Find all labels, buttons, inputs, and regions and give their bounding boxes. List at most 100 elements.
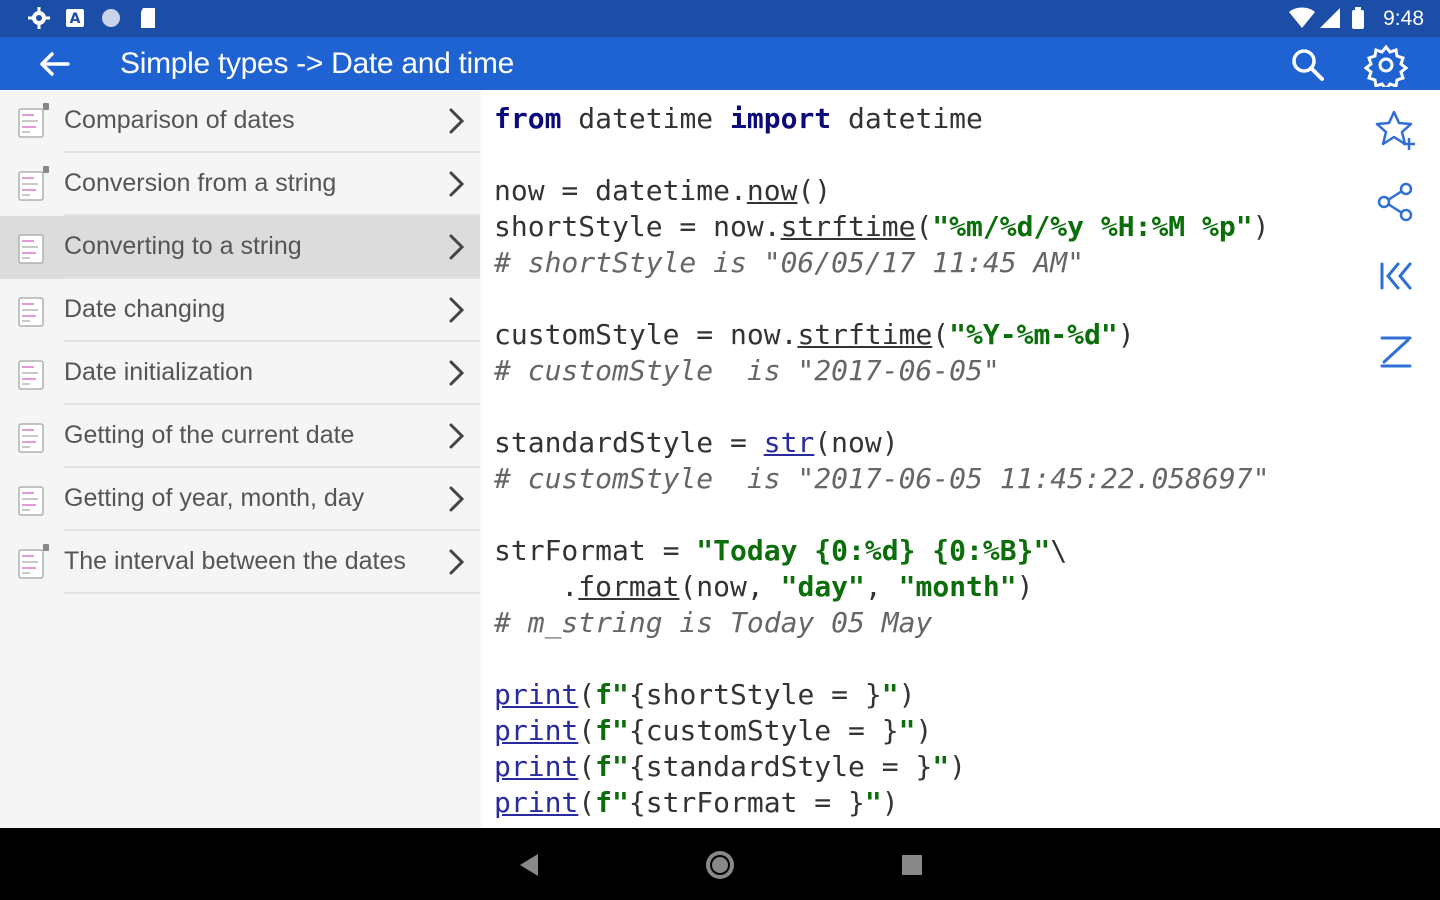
list-item-label: Comparison of dates	[64, 106, 295, 134]
code-token: print	[494, 750, 579, 783]
code-line: customStyle = now.strftime("%Y-%m-%d")	[494, 317, 1135, 353]
chevron-right-icon	[449, 171, 465, 197]
chevron-right-icon	[449, 486, 465, 512]
list-item[interactable]: Date changing	[0, 279, 480, 342]
chevron-right-icon	[449, 297, 465, 323]
locked-document-icon	[18, 166, 49, 201]
code-token: "Today {0:%d} {0:%B}"	[696, 534, 1051, 567]
code-token: # customStyle is "2017-06-05"	[494, 354, 1000, 387]
code-token: )	[898, 678, 916, 711]
document-icon	[18, 234, 44, 264]
code-line: print(f"{standardStyle = }")	[494, 749, 966, 785]
locked-document-icon	[18, 544, 49, 579]
chevron-right-icon	[449, 234, 465, 260]
gear-icon[interactable]	[1364, 43, 1408, 87]
chevron-right-icon	[449, 360, 465, 386]
list-item-label: Date changing	[64, 295, 226, 323]
divider	[64, 592, 480, 594]
code-token: # m_string is Today 05 May	[494, 606, 933, 639]
code-token: f"	[595, 678, 629, 711]
status-bar: A 9:48	[0, 0, 1440, 37]
page-title: Simple types -> Date and time	[120, 47, 514, 80]
code-token: .	[494, 570, 579, 603]
settings-icon	[28, 7, 50, 29]
code-token: "	[932, 750, 950, 783]
code-token: ()	[797, 174, 832, 207]
code-token: f"	[595, 786, 629, 819]
back-arrow-icon[interactable]	[34, 47, 74, 81]
wifi-icon	[1289, 7, 1315, 28]
code-token: # shortStyle is "06/05/17 11:45 AM"	[494, 246, 1085, 279]
code-token: {strFormat = }	[628, 786, 865, 819]
list-item[interactable]: Getting of year, month, day	[0, 468, 480, 531]
code-token: "%Y-%m-%d"	[949, 318, 1118, 351]
code-token: (	[915, 210, 933, 243]
svg-text:A: A	[70, 11, 81, 27]
code-token: (	[578, 714, 596, 747]
document-icon	[18, 360, 44, 390]
code-token: print	[494, 678, 579, 711]
code-token: "day"	[780, 570, 865, 603]
code-token: strftime	[797, 318, 933, 351]
code-line: standardStyle = str(now)	[494, 425, 899, 461]
code-token: )	[1117, 318, 1135, 351]
chevron-right-icon	[449, 549, 465, 575]
code-line: strFormat = "Today {0:%d} {0:%B}"\	[494, 533, 1067, 569]
search-icon[interactable]	[1288, 45, 1328, 85]
code-line: from datetime import datetime	[494, 101, 983, 137]
recents-square-icon[interactable]	[895, 848, 929, 882]
code-token: str	[763, 426, 815, 459]
list-item[interactable]: Date initialization	[0, 342, 480, 405]
back-triangle-icon[interactable]	[512, 848, 546, 882]
system-nav-bar	[0, 828, 1440, 900]
code-line: now = datetime.now()	[494, 173, 831, 209]
code-line: shortStyle = now.strftime("%m/%d/%y %H:%…	[494, 209, 1269, 245]
code-token: now	[746, 174, 798, 207]
status-time: 9:48	[1383, 7, 1424, 30]
code-line: print(f"{shortStyle = }")	[494, 677, 915, 713]
code-token: ,	[864, 570, 899, 603]
list-item[interactable]: Conversion from a string	[0, 153, 480, 216]
code-token: print	[494, 786, 579, 819]
list-item[interactable]: Comparison of dates	[0, 90, 480, 153]
code-token: f"	[595, 714, 629, 747]
code-token: from	[494, 102, 562, 135]
code-token: )	[1016, 570, 1034, 603]
code-token: {standardStyle = }	[628, 750, 933, 783]
list-item-label: Getting of the current date	[64, 421, 355, 449]
code-token: # customStyle is "2017-06-05 11:45:22.05…	[494, 462, 1270, 495]
app-bar: Simple types -> Date and time	[0, 37, 1440, 90]
chevron-right-icon	[449, 423, 465, 449]
code-line: # shortStyle is "06/05/17 11:45 AM"	[494, 245, 1084, 281]
code-token: {shortStyle = }	[628, 678, 882, 711]
topic-list: Comparison of dates Conversion from a str…	[0, 90, 480, 828]
code-token: print	[494, 714, 579, 747]
code-token: {customStyle = }	[628, 714, 899, 747]
list-item-label: Date initialization	[64, 358, 253, 386]
code-token: format	[578, 570, 680, 603]
skip-back-icon[interactable]	[1374, 254, 1418, 298]
code-line: print(f"{strFormat = }")	[494, 785, 899, 821]
code-token: )	[1252, 210, 1270, 243]
list-item[interactable]: Getting of the current date	[0, 405, 480, 468]
code-line: # customStyle is "2017-06-05 11:45:22.05…	[494, 461, 1269, 497]
document-icon	[18, 486, 44, 516]
list-item-label: Conversion from a string	[64, 169, 337, 197]
code-token: (now)	[814, 426, 899, 459]
sd-card-icon	[141, 8, 155, 28]
share-icon[interactable]	[1374, 180, 1418, 224]
list-item[interactable]: Converting to a string	[0, 216, 480, 279]
code-token: datetime	[831, 102, 983, 135]
home-circle-icon[interactable]	[703, 848, 737, 882]
list-item[interactable]: The interval between the dates	[0, 531, 480, 594]
code-token: shortStyle = now.	[494, 210, 781, 243]
document-icon	[18, 297, 44, 327]
code-token: "	[881, 678, 899, 711]
code-token: customStyle = now.	[494, 318, 798, 351]
code-token: import	[730, 102, 832, 135]
sum-icon[interactable]	[1374, 330, 1418, 374]
code-line: print(f"{customStyle = }")	[494, 713, 932, 749]
star-add-icon[interactable]	[1374, 108, 1418, 152]
code-token: strftime	[780, 210, 916, 243]
code-token: (	[578, 786, 596, 819]
